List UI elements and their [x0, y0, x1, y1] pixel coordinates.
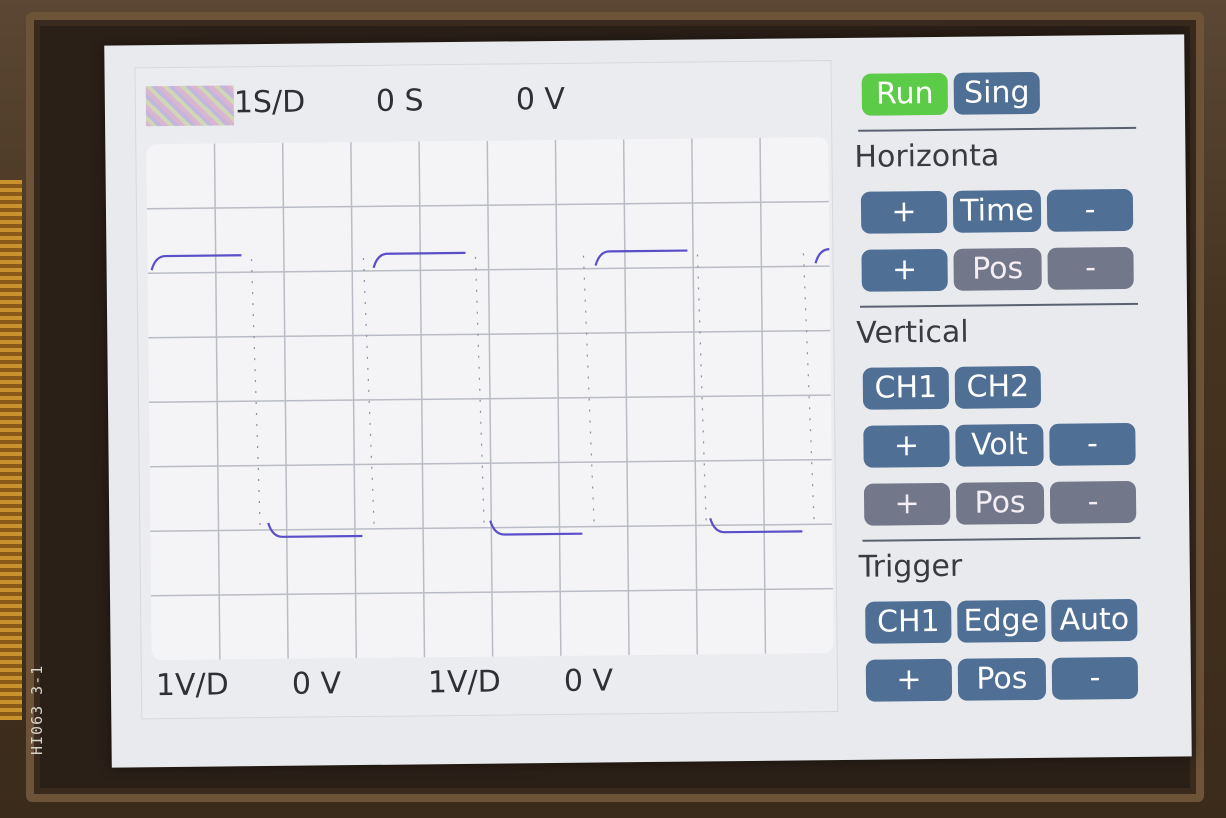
ch2-offset-readout: 0 V: [563, 663, 614, 699]
time-offset-readout: 0 S: [375, 83, 424, 119]
oscilloscope-display: 1S/D 0 S 0 V 1V/D 0 V 1V/D 0 V: [134, 60, 839, 720]
volt-button[interactable]: Volt: [955, 423, 1044, 467]
ch1-trace: [150, 247, 830, 538]
volt-minus-button[interactable]: -: [1049, 422, 1136, 466]
pcb-connector-strip: [0, 180, 22, 720]
grid-lines: [146, 137, 833, 660]
trigger-section-title: Trigger: [858, 548, 963, 585]
horizontal-pos-button[interactable]: Pos: [953, 247, 1042, 291]
trigger-level-readout: 0 V: [515, 81, 566, 118]
timebase-readout: 1S/D: [233, 84, 306, 121]
vertical-section-title: Vertical: [856, 314, 969, 351]
horizontal-section-title: Horizonta: [854, 138, 1000, 175]
trigger-pos-minus-button[interactable]: -: [1051, 656, 1139, 700]
ch1-scale-readout: 1V/D: [155, 667, 229, 704]
trace-transition-edge: [696, 254, 707, 529]
status-indicator-icon: [145, 85, 235, 127]
trigger-source-button[interactable]: CH1: [865, 600, 952, 644]
horizontal-pos-minus-button[interactable]: -: [1047, 246, 1134, 290]
time-button[interactable]: Time: [952, 189, 1042, 233]
trace-high-segment: [150, 254, 242, 271]
divider: [858, 126, 1137, 132]
time-minus-button[interactable]: -: [1046, 188, 1134, 232]
silkscreen-label: HI063 3-1: [28, 664, 46, 755]
ch1-select-button[interactable]: CH1: [862, 366, 950, 410]
trace-high-segment: [594, 249, 688, 266]
trace-transition-edge: [802, 253, 815, 528]
trigger-pos-plus-button[interactable]: +: [865, 658, 953, 702]
trace-transition-edge: [582, 255, 595, 530]
horizontal-pos-plus-button[interactable]: +: [861, 248, 948, 292]
ch1-offset-readout: 0 V: [291, 666, 342, 702]
time-plus-button[interactable]: +: [860, 190, 948, 234]
vertical-pos-minus-button[interactable]: -: [1049, 480, 1137, 524]
trigger-edge-button[interactable]: Edge: [957, 599, 1046, 643]
trace-high-segment: [814, 247, 830, 264]
waveform-grid: [146, 137, 834, 661]
run-button[interactable]: Run: [861, 72, 949, 116]
volt-plus-button[interactable]: +: [863, 424, 950, 468]
trace-edges: [250, 253, 815, 534]
trigger-pos-button[interactable]: Pos: [957, 657, 1047, 701]
control-menu: Run Sing Horizonta + Time - + Pos - Vert…: [849, 57, 1156, 710]
trigger-mode-button[interactable]: Auto: [1051, 598, 1138, 642]
vertical-pos-plus-button[interactable]: +: [863, 482, 951, 526]
trace-transition-edge: [250, 259, 261, 534]
divider: [860, 302, 1139, 308]
lcd-screen: 1S/D 0 S 0 V 1V/D 0 V 1V/D 0 V Run Sing …: [104, 34, 1192, 768]
waveform-canvas: [146, 137, 833, 660]
ch2-scale-readout: 1V/D: [427, 664, 501, 701]
single-button[interactable]: Sing: [953, 71, 1041, 115]
divider: [862, 536, 1141, 542]
ch2-select-button[interactable]: CH2: [954, 365, 1042, 409]
trace-transition-edge: [362, 257, 375, 532]
trace-transition-edge: [474, 256, 485, 531]
vertical-pos-button[interactable]: Pos: [955, 481, 1045, 525]
